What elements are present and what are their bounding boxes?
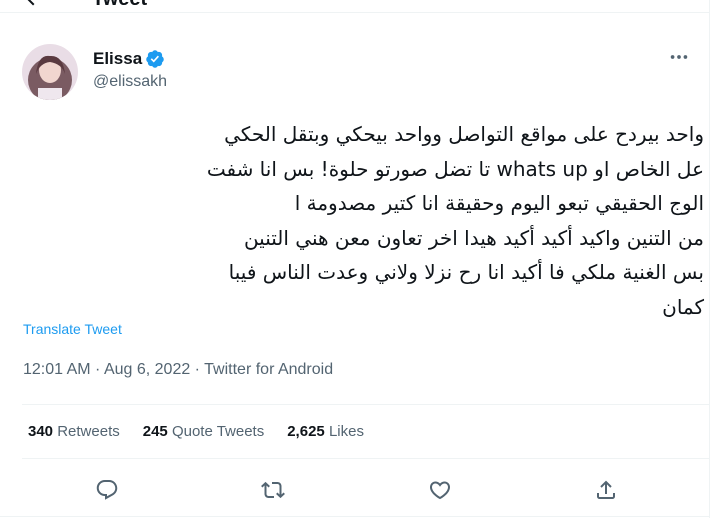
tweet-actions bbox=[0, 478, 710, 504]
divider bbox=[22, 458, 710, 459]
retweets-stat[interactable]: 340 Retweets bbox=[28, 422, 120, 442]
tweet-text: واحد بيردح على مواقع التواصل وواحد بيحكي… bbox=[206, 122, 704, 319]
author-name-row[interactable]: Elissa bbox=[93, 49, 165, 69]
likes-stat[interactable]: 2,625 Likes bbox=[287, 422, 364, 442]
divider bbox=[22, 404, 710, 405]
quote-tweets-stat[interactable]: 245 Quote Tweets bbox=[143, 422, 264, 442]
retweets-label: Retweets bbox=[57, 423, 120, 440]
author-handle[interactable]: @elissakh bbox=[93, 72, 167, 92]
divider bbox=[0, 12, 710, 13]
share-icon[interactable] bbox=[594, 478, 618, 502]
page-header: Tweet bbox=[0, 0, 710, 12]
avatar-image bbox=[22, 44, 78, 100]
quote-tweets-count: 245 bbox=[142, 423, 168, 440]
quote-tweets-label: Quote Tweets bbox=[171, 423, 265, 440]
verified-badge-icon bbox=[146, 50, 164, 68]
avatar[interactable] bbox=[22, 44, 78, 100]
reply-icon[interactable] bbox=[95, 478, 119, 502]
retweet-icon[interactable] bbox=[261, 478, 285, 502]
tweet-timestamp[interactable]: 12:01 AM · Aug 6, 2022 · Twitter for And… bbox=[23, 359, 333, 381]
likes-count: 2,625 bbox=[287, 423, 325, 440]
header-title: Tweet bbox=[92, 0, 147, 9]
more-options-icon[interactable] bbox=[668, 46, 690, 68]
like-icon[interactable] bbox=[428, 478, 452, 502]
arrow-left-icon[interactable] bbox=[22, 0, 46, 10]
tweet-stats: 340 Retweets 245 Quote Tweets 2,625 Like… bbox=[28, 422, 387, 442]
likes-label: Likes bbox=[328, 423, 364, 440]
retweets-count: 340 bbox=[28, 423, 54, 440]
divider bbox=[0, 516, 710, 517]
display-name[interactable]: Elissa bbox=[93, 49, 142, 69]
translate-tweet-link[interactable]: Translate Tweet bbox=[23, 320, 122, 338]
